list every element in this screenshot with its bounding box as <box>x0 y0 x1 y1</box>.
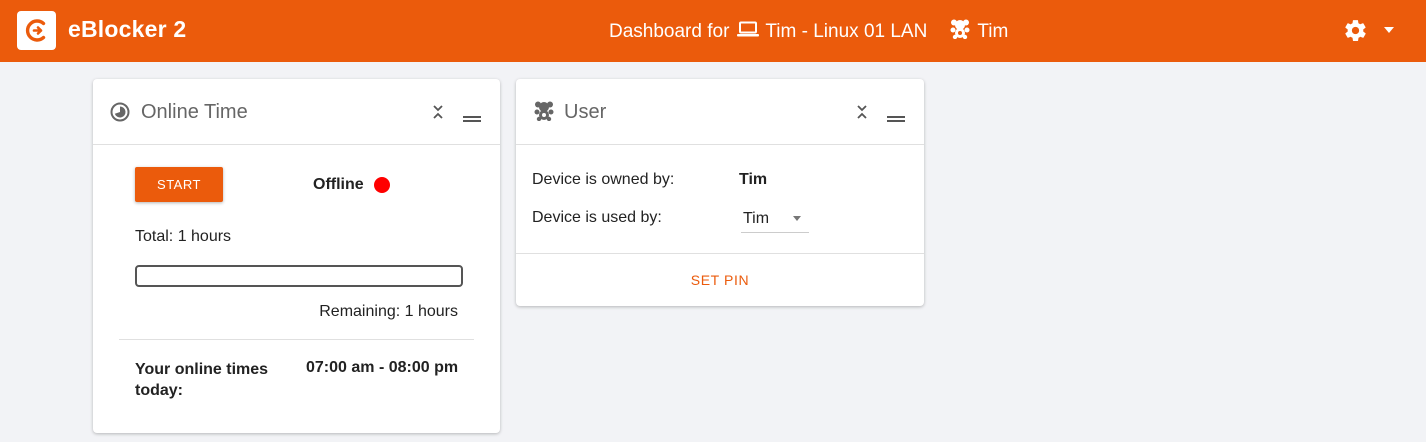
card-title: User <box>564 101 607 123</box>
drag-handle-icon[interactable] <box>887 109 905 127</box>
set-pin-button[interactable]: SET PIN <box>516 272 924 288</box>
device-name[interactable]: Tim - Linux 01 LAN <box>765 21 927 43</box>
drag-handle-icon[interactable] <box>463 109 481 127</box>
user-name[interactable]: Tim <box>977 21 1008 43</box>
divider <box>516 253 924 254</box>
user-card: User Device is owned by: Tim Device is u… <box>516 79 924 306</box>
total-time: Total: 1 hours <box>135 228 232 245</box>
card-title: Online Time <box>141 101 248 123</box>
start-button[interactable]: START <box>135 167 223 202</box>
laptop-icon <box>737 21 760 43</box>
card-header: User <box>516 79 924 145</box>
time-progress-bar <box>135 265 463 287</box>
caret-down-icon[interactable] <box>1384 27 1394 33</box>
caret-down-icon <box>793 216 801 221</box>
online-times-value: 07:00 am - 08:00 pm <box>306 359 459 376</box>
used-by-label: Device is used by: <box>532 209 662 226</box>
owned-by-label: Device is owned by: <box>532 171 675 188</box>
eblocker-logo-icon[interactable] <box>17 11 56 50</box>
gear-icon[interactable] <box>1343 18 1368 48</box>
online-time-card: Online Time START Offline Total: 1 hours… <box>93 79 500 433</box>
used-by-selected-value: Tim <box>743 210 770 227</box>
owned-by-value: Tim <box>739 171 768 188</box>
status-text: Offline <box>313 176 364 193</box>
status-indicator <box>374 177 390 193</box>
card-header: Online Time <box>93 79 500 145</box>
top-bar: eBlocker 2 Dashboard for Tim - Linux 01 … <box>0 0 1426 62</box>
online-times-label: Your online times today: <box>135 361 269 399</box>
teddy-bear-icon <box>949 19 971 45</box>
dashboard-title: Dashboard for Tim - Linux 01 LAN Tim <box>609 19 1008 45</box>
remaining-time: Remaining: 1 hours <box>319 303 458 320</box>
pie-clock-icon <box>110 102 130 127</box>
divider <box>119 339 474 340</box>
used-by-select[interactable]: Tim <box>741 203 809 233</box>
brand-name: eBlocker 2 <box>68 16 187 42</box>
collapse-icon[interactable] <box>432 104 444 125</box>
collapse-icon[interactable] <box>856 104 868 125</box>
dashboard-prefix: Dashboard for <box>609 21 730 42</box>
teddy-bear-icon <box>533 101 555 126</box>
